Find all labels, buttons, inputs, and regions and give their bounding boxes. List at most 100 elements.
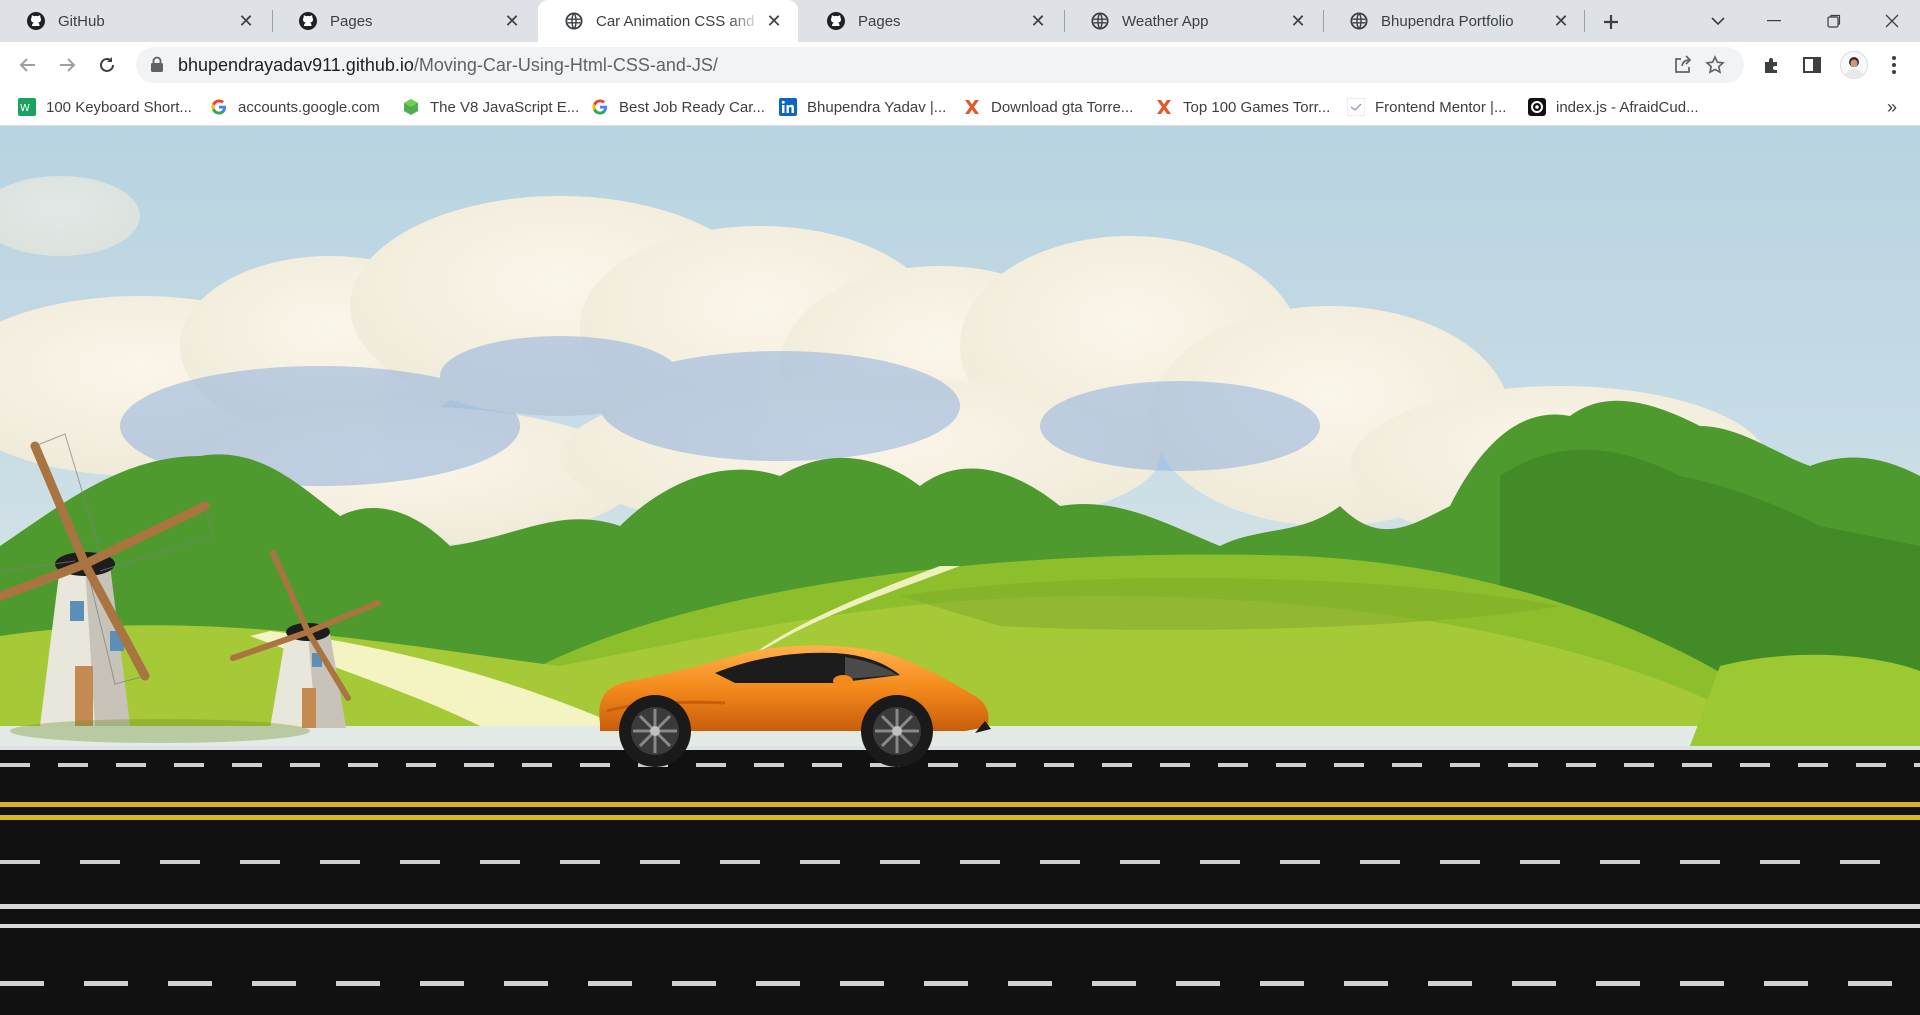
lane-dash (1176, 981, 1220, 986)
lane-dash (696, 763, 726, 767)
road (0, 750, 1920, 1015)
lane-dash (400, 860, 440, 864)
lane-dash (1596, 981, 1640, 986)
tab-bhupendra-portfolio[interactable]: Bhupendra Portfolio ✕ (1323, 0, 1585, 42)
lane-dash (1624, 763, 1654, 767)
restore-icon (1827, 14, 1841, 28)
globe-icon (564, 11, 584, 31)
globe-icon (1090, 11, 1110, 31)
restore-button[interactable] (1806, 0, 1862, 42)
lane-dash (1120, 860, 1160, 864)
lane-dash (754, 763, 784, 767)
lane-dash (1334, 763, 1364, 767)
lane-dash (1092, 981, 1136, 986)
extensions-puzzle-icon[interactable] (1758, 51, 1786, 79)
bookmark-download-gta[interactable]: Download gta Torre... (963, 95, 1133, 119)
lane-dash (1040, 860, 1080, 864)
lane-dash (588, 981, 632, 986)
white-edge-line (0, 904, 1920, 909)
bookmark-frontend-mentor[interactable]: Frontend Mentor |... (1347, 95, 1506, 119)
kebab-menu-icon[interactable] (1880, 51, 1908, 79)
lane-dash (720, 860, 760, 864)
lane-dash (840, 981, 884, 986)
bookmarks-overflow-button[interactable]: » (1880, 95, 1904, 119)
page-viewport (0, 126, 1920, 1015)
tab-pages-2[interactable]: Pages ✕ (800, 0, 1062, 42)
google-icon (591, 98, 609, 116)
github-icon (298, 11, 318, 31)
reload-button[interactable] (91, 49, 123, 81)
v8-icon (402, 98, 420, 116)
yellow-center-line (0, 815, 1920, 820)
close-icon (1885, 14, 1899, 28)
lane-dash (560, 860, 600, 864)
lane-dash (58, 763, 88, 767)
lane-dash (174, 763, 204, 767)
forward-button[interactable] (51, 49, 83, 81)
svg-text:W: W (20, 103, 30, 114)
bookmark-v8-javascript[interactable]: The V8 JavaScript E... (402, 95, 579, 119)
new-tab-button[interactable] (1596, 7, 1626, 37)
github-icon (826, 11, 846, 31)
lane-dash (1914, 763, 1920, 767)
lane-dash (1856, 763, 1886, 767)
wheel-front (861, 695, 933, 767)
profile-avatar[interactable] (1840, 51, 1868, 79)
lane-dash (168, 981, 212, 986)
minimize-icon (1767, 20, 1781, 22)
bookmark-google-accounts[interactable]: accounts.google.com (210, 95, 380, 119)
lane-dash (1764, 981, 1808, 986)
back-button[interactable] (12, 49, 44, 81)
tab-search-button[interactable] (1690, 0, 1746, 42)
wheel-rear (619, 695, 691, 767)
lane-dash (1740, 763, 1770, 767)
bookmark-wn-icon: W (18, 98, 36, 116)
side-panel-icon[interactable] (1798, 51, 1826, 79)
lane-dash (1260, 981, 1304, 986)
lane-dash (1044, 763, 1074, 767)
lane-dash (252, 981, 296, 986)
star-icon[interactable] (1704, 54, 1726, 76)
tab-weather-app[interactable]: Weather App ✕ (1064, 0, 1322, 42)
tab-github[interactable]: GitHub ✕ (0, 0, 270, 42)
bookmark-linkedin[interactable]: Bhupendra Yadav |... (779, 95, 946, 119)
lane-dash (1392, 763, 1422, 767)
globe-icon (1349, 11, 1369, 31)
bookmark-keyboard-shortcuts[interactable]: W 100 Keyboard Short... (18, 95, 192, 119)
minimize-button[interactable] (1746, 0, 1802, 42)
close-icon[interactable]: ✕ (234, 9, 258, 33)
frontend-mentor-icon (1347, 98, 1365, 116)
bookmark-top-100-games[interactable]: Top 100 Games Torr... (1155, 95, 1330, 119)
bookmarks-bar: W 100 Keyboard Short... accounts.google.… (0, 88, 1920, 126)
lane-dash (1218, 763, 1248, 767)
url-path: /Moving-Car-Using-Html-CSS-and-JS/ (413, 55, 718, 75)
lane-dash (1450, 763, 1480, 767)
bookmark-label: The V8 JavaScript E... (430, 98, 580, 116)
close-icon[interactable]: ✕ (1026, 9, 1050, 33)
url-text[interactable]: bhupendrayadav911.github.io/Moving-Car-U… (178, 47, 718, 83)
lane-dash (290, 763, 320, 767)
tab-car-animation[interactable]: Car Animation CSS and Java ✕ (538, 0, 798, 42)
lane-dash (672, 981, 716, 986)
lane-dash (80, 860, 120, 864)
lane-dash (1360, 860, 1400, 864)
bookmark-label: Bhupendra Yadav |... (807, 98, 947, 116)
close-window-button[interactable] (1864, 0, 1920, 42)
bookmark-replit-index[interactable]: index.js - AfraidCud... (1528, 95, 1699, 119)
address-bar[interactable]: bhupendrayadav911.github.io/Moving-Car-U… (136, 47, 1744, 83)
lane-dash (880, 860, 920, 864)
close-icon[interactable]: ✕ (1286, 9, 1310, 33)
lane-dash (84, 981, 128, 986)
close-icon[interactable]: ✕ (762, 9, 786, 33)
share-icon[interactable] (1672, 54, 1694, 76)
close-icon[interactable]: ✕ (500, 9, 524, 33)
hill-right (1690, 654, 1920, 746)
close-icon[interactable]: ✕ (1549, 9, 1573, 33)
lane-dash (116, 763, 146, 767)
tab-pages-1[interactable]: Pages ✕ (272, 0, 536, 42)
lane-dash (580, 763, 610, 767)
bookmark-best-job-ready[interactable]: Best Job Ready Car... (591, 95, 765, 119)
tab-strip: GitHub ✕ Pages ✕ Car Animation CSS and J… (0, 0, 1920, 42)
lane-dash (812, 763, 842, 767)
lock-icon[interactable] (150, 56, 164, 78)
